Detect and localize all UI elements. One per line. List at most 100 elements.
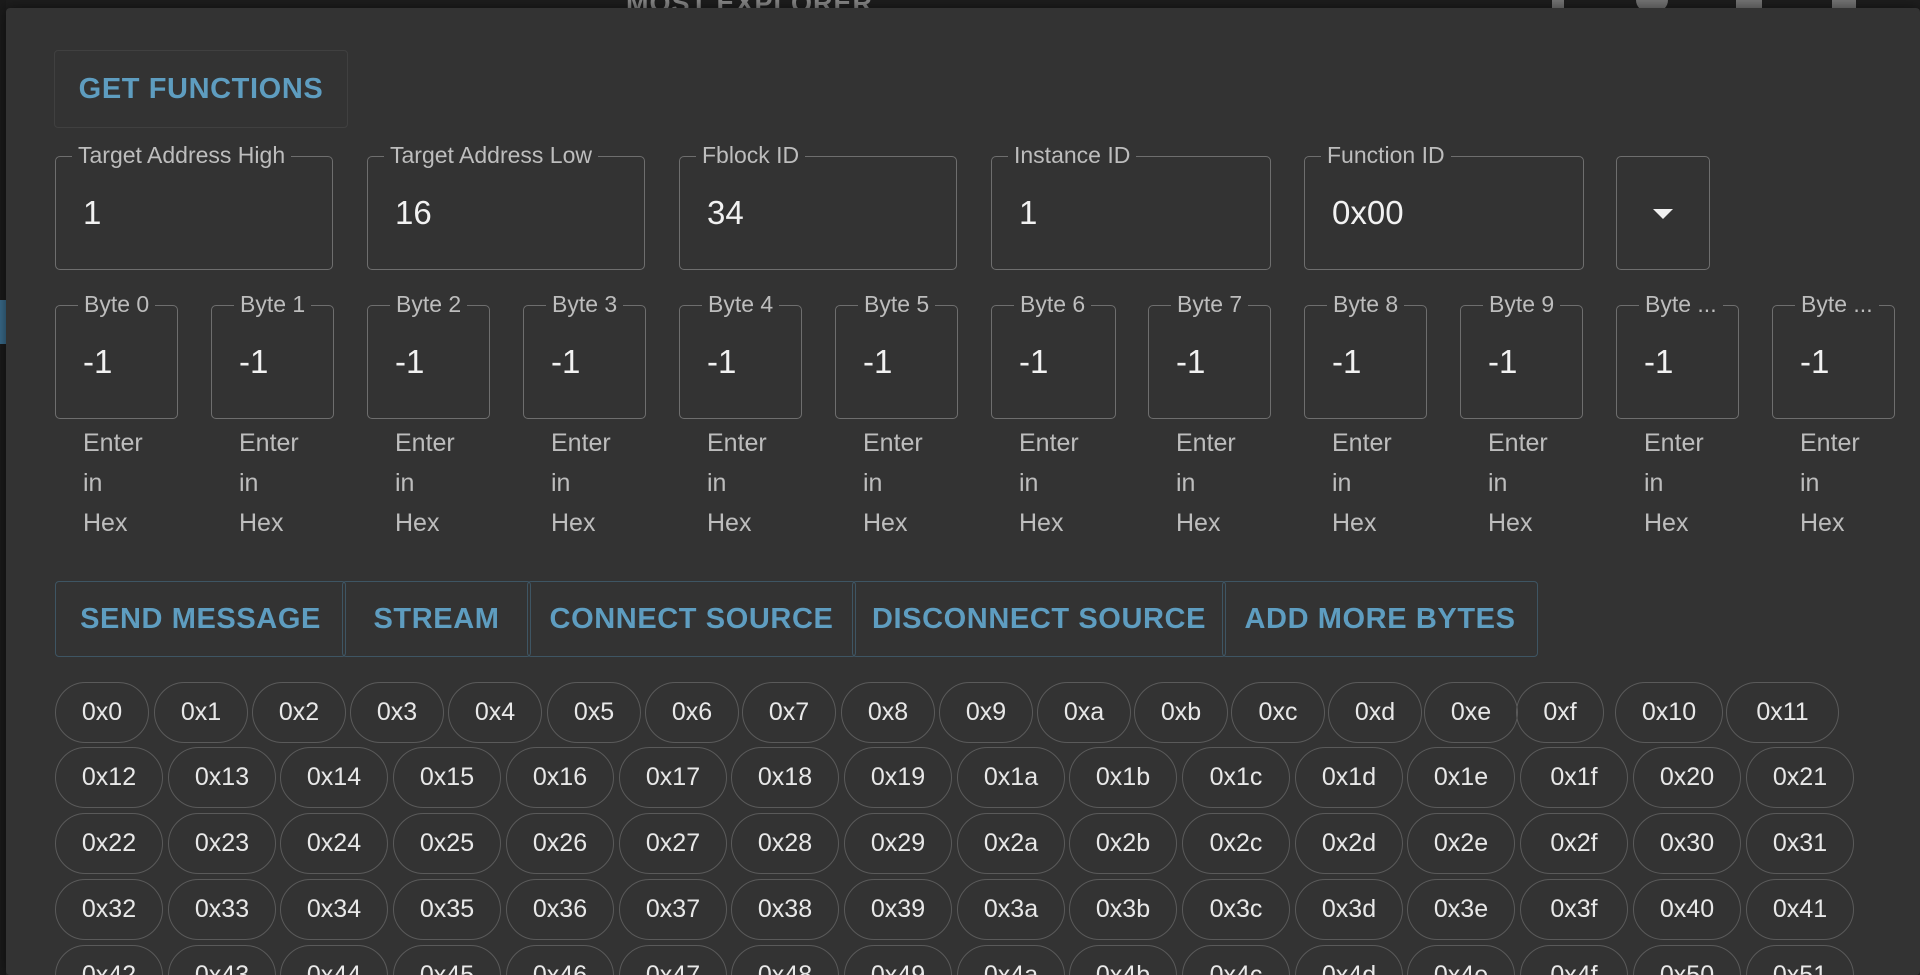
byte-9-field[interactable]: Byte 9 -1 xyxy=(1460,290,1583,419)
hex-chip[interactable]: 0x31 xyxy=(1746,813,1854,874)
hex-chip[interactable]: 0x3a xyxy=(957,879,1065,940)
fblock-id-field[interactable]: Fblock ID 34 xyxy=(679,141,957,270)
hex-chip[interactable]: 0x1b xyxy=(1069,747,1177,808)
hex-chip[interactable]: 0x1f xyxy=(1520,747,1628,808)
hex-chip[interactable]: 0x2c xyxy=(1182,813,1290,874)
hex-chip[interactable]: 0x1d xyxy=(1295,747,1403,808)
add-more-bytes-button[interactable]: ADD MORE BYTES xyxy=(1222,581,1538,657)
hex-chip[interactable]: 0x4d xyxy=(1295,945,1403,975)
hex-chip[interactable]: 0x22 xyxy=(55,813,163,874)
hex-chip[interactable]: 0x2f xyxy=(1520,813,1628,874)
hex-chip[interactable]: 0x15 xyxy=(393,747,501,808)
hex-chip[interactable]: 0x5 xyxy=(547,682,641,743)
hex-chip[interactable]: 0x49 xyxy=(844,945,952,975)
hex-chip[interactable]: 0x9 xyxy=(939,682,1033,743)
hex-chip[interactable]: 0x4b xyxy=(1069,945,1177,975)
hex-chip[interactable]: 0xa xyxy=(1037,682,1131,743)
hex-chip[interactable]: 0x4e xyxy=(1407,945,1515,975)
hex-chip[interactable]: 0x12 xyxy=(55,747,163,808)
instance-id-field[interactable]: Instance ID 1 xyxy=(991,141,1271,270)
hex-chip[interactable]: 0x4c xyxy=(1182,945,1290,975)
hex-chip[interactable]: 0x51 xyxy=(1746,945,1854,975)
hex-chip[interactable]: 0xc xyxy=(1231,682,1325,743)
hex-chip[interactable]: 0x3f xyxy=(1520,879,1628,940)
hex-chip[interactable]: 0x29 xyxy=(844,813,952,874)
hex-chip[interactable]: 0x17 xyxy=(619,747,727,808)
hex-chip[interactable]: 0x26 xyxy=(506,813,614,874)
hex-chip[interactable]: 0x21 xyxy=(1746,747,1854,808)
byte-7-field[interactable]: Byte 7 -1 xyxy=(1148,290,1271,419)
get-functions-button[interactable]: GET FUNCTIONS xyxy=(54,50,348,128)
hex-chip[interactable]: 0x10 xyxy=(1615,682,1723,743)
hex-chip[interactable]: 0x3b xyxy=(1069,879,1177,940)
hex-chip[interactable]: 0x25 xyxy=(393,813,501,874)
hex-chip[interactable]: 0x41 xyxy=(1746,879,1854,940)
hex-chip[interactable]: 0x3d xyxy=(1295,879,1403,940)
byte-1-field[interactable]: Byte 1 -1 xyxy=(211,290,334,419)
byte-3-field[interactable]: Byte 3 -1 xyxy=(523,290,646,419)
byte-6-field[interactable]: Byte 6 -1 xyxy=(991,290,1116,419)
hex-chip[interactable]: 0x42 xyxy=(55,945,163,975)
hex-chip[interactable]: 0x4a xyxy=(957,945,1065,975)
hex-chip[interactable]: 0x35 xyxy=(393,879,501,940)
hex-chip[interactable]: 0x2e xyxy=(1407,813,1515,874)
hex-chip[interactable]: 0x20 xyxy=(1633,747,1741,808)
byte-11-field[interactable]: Byte ... -1 xyxy=(1772,290,1895,419)
hex-chip[interactable]: 0x24 xyxy=(280,813,388,874)
byte-2-field[interactable]: Byte 2 -1 xyxy=(367,290,490,419)
hex-chip[interactable]: 0x1a xyxy=(957,747,1065,808)
hex-chip[interactable]: 0x40 xyxy=(1633,879,1741,940)
hex-chip[interactable]: 0x1c xyxy=(1182,747,1290,808)
hex-chip[interactable]: 0x32 xyxy=(55,879,163,940)
byte-5-field[interactable]: Byte 5 -1 xyxy=(835,290,958,419)
hex-chip[interactable]: 0x28 xyxy=(731,813,839,874)
function-id-dropdown-button[interactable] xyxy=(1616,156,1710,270)
hex-chip[interactable]: 0x16 xyxy=(506,747,614,808)
hex-chip[interactable]: 0x2d xyxy=(1295,813,1403,874)
hex-chip[interactable]: 0xe xyxy=(1424,682,1518,743)
function-id-field[interactable]: Function ID 0x00 xyxy=(1304,141,1584,270)
hex-chip[interactable]: 0x7 xyxy=(742,682,836,743)
hex-chip[interactable]: 0x39 xyxy=(844,879,952,940)
hex-chip[interactable]: 0x1e xyxy=(1407,747,1515,808)
hex-chip[interactable]: 0x48 xyxy=(731,945,839,975)
hex-chip[interactable]: 0x47 xyxy=(619,945,727,975)
hex-chip[interactable]: 0xf xyxy=(1516,682,1604,743)
hex-chip[interactable]: 0x27 xyxy=(619,813,727,874)
hex-chip[interactable]: 0x11 xyxy=(1726,682,1839,743)
hex-chip[interactable]: 0xb xyxy=(1134,682,1228,743)
hex-chip[interactable]: 0x33 xyxy=(168,879,276,940)
send-message-button[interactable]: SEND MESSAGE xyxy=(55,581,346,657)
hex-chip[interactable]: 0x6 xyxy=(645,682,739,743)
hex-chip[interactable]: 0x4 xyxy=(448,682,542,743)
hex-chip[interactable]: 0x18 xyxy=(731,747,839,808)
hex-chip[interactable]: 0x50 xyxy=(1633,945,1741,975)
hex-chip[interactable]: 0x43 xyxy=(168,945,276,975)
byte-10-field[interactable]: Byte ... -1 xyxy=(1616,290,1739,419)
byte-4-field[interactable]: Byte 4 -1 xyxy=(679,290,802,419)
disconnect-source-button[interactable]: DISCONNECT SOURCE xyxy=(852,581,1226,657)
hex-chip[interactable]: 0x34 xyxy=(280,879,388,940)
hex-chip[interactable]: 0x4f xyxy=(1520,945,1628,975)
hex-chip[interactable]: 0x19 xyxy=(844,747,952,808)
hex-chip[interactable]: 0x2a xyxy=(957,813,1065,874)
hex-chip[interactable]: 0x30 xyxy=(1633,813,1741,874)
hex-chip[interactable]: 0x36 xyxy=(506,879,614,940)
hex-chip[interactable]: 0x13 xyxy=(168,747,276,808)
hex-chip[interactable]: 0x37 xyxy=(619,879,727,940)
target-address-high-field[interactable]: Target Address High 1 xyxy=(55,141,333,270)
hex-chip[interactable]: 0xd xyxy=(1328,682,1422,743)
hex-chip[interactable]: 0x3e xyxy=(1407,879,1515,940)
hex-chip[interactable]: 0x23 xyxy=(168,813,276,874)
hex-chip[interactable]: 0x46 xyxy=(506,945,614,975)
hex-chip[interactable]: 0x45 xyxy=(393,945,501,975)
byte-8-field[interactable]: Byte 8 -1 xyxy=(1304,290,1427,419)
stream-button[interactable]: STREAM xyxy=(342,581,531,657)
hex-chip[interactable]: 0x14 xyxy=(280,747,388,808)
byte-0-field[interactable]: Byte 0 -1 xyxy=(55,290,178,419)
hex-chip[interactable]: 0x8 xyxy=(841,682,935,743)
hex-chip[interactable]: 0x1 xyxy=(154,682,248,743)
hex-chip[interactable]: 0x38 xyxy=(731,879,839,940)
hex-chip[interactable]: 0x3c xyxy=(1182,879,1290,940)
hex-chip[interactable]: 0x3 xyxy=(350,682,444,743)
